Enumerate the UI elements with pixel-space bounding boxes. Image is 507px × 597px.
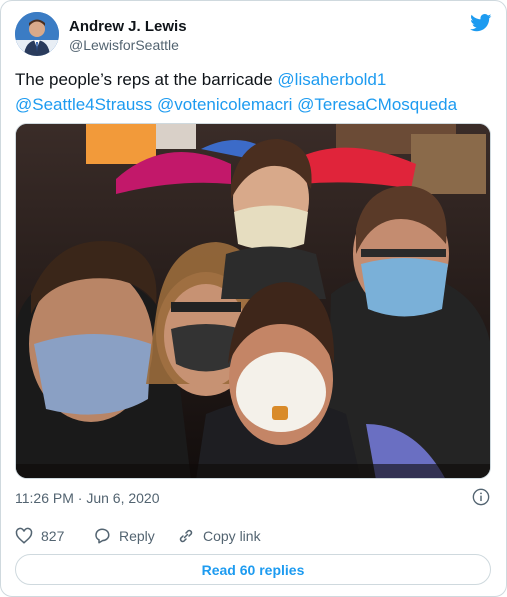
like-button[interactable]: 827 bbox=[15, 525, 64, 547]
mention-link[interactable]: @Seattle4Strauss bbox=[15, 95, 152, 114]
avatar[interactable] bbox=[15, 12, 59, 56]
tweet-text-body: The people’s reps at the barricade bbox=[15, 70, 278, 89]
tweet-card: Andrew J. Lewis @LewisforSeattle The peo… bbox=[0, 0, 507, 597]
info-icon[interactable] bbox=[472, 488, 490, 506]
read-replies-button[interactable]: Read 60 replies bbox=[15, 554, 491, 585]
twitter-bird-icon[interactable] bbox=[470, 14, 492, 32]
tweet-header: Andrew J. Lewis @LewisforSeattle bbox=[15, 12, 492, 58]
tweet-text: The people’s reps at the barricade @lisa… bbox=[15, 67, 495, 117]
like-count: 827 bbox=[41, 528, 65, 544]
tweet-photo[interactable] bbox=[15, 123, 491, 479]
copy-link-label: Copy link bbox=[203, 528, 261, 544]
mention-link[interactable]: @TeresaCMosqueda bbox=[297, 95, 457, 114]
copy-link-button[interactable]: Copy link bbox=[177, 525, 261, 547]
author-handle[interactable]: @LewisforSeattle bbox=[69, 37, 179, 53]
tweet-actions: 827 Reply Copy link bbox=[15, 525, 492, 547]
reply-icon bbox=[95, 528, 110, 544]
tweet-timestamp[interactable]: 11:26 PM · Jun 6, 2020 bbox=[15, 490, 160, 506]
heart-icon bbox=[15, 527, 33, 544]
link-icon bbox=[179, 529, 193, 543]
reply-label: Reply bbox=[119, 528, 155, 544]
mention-link[interactable]: @lisaherbold1 bbox=[277, 70, 386, 89]
photo-image bbox=[16, 124, 490, 478]
author-display-name[interactable]: Andrew J. Lewis bbox=[69, 18, 187, 35]
mention-link[interactable]: @votenicolemacri bbox=[157, 95, 292, 114]
reply-button[interactable]: Reply bbox=[93, 525, 155, 547]
